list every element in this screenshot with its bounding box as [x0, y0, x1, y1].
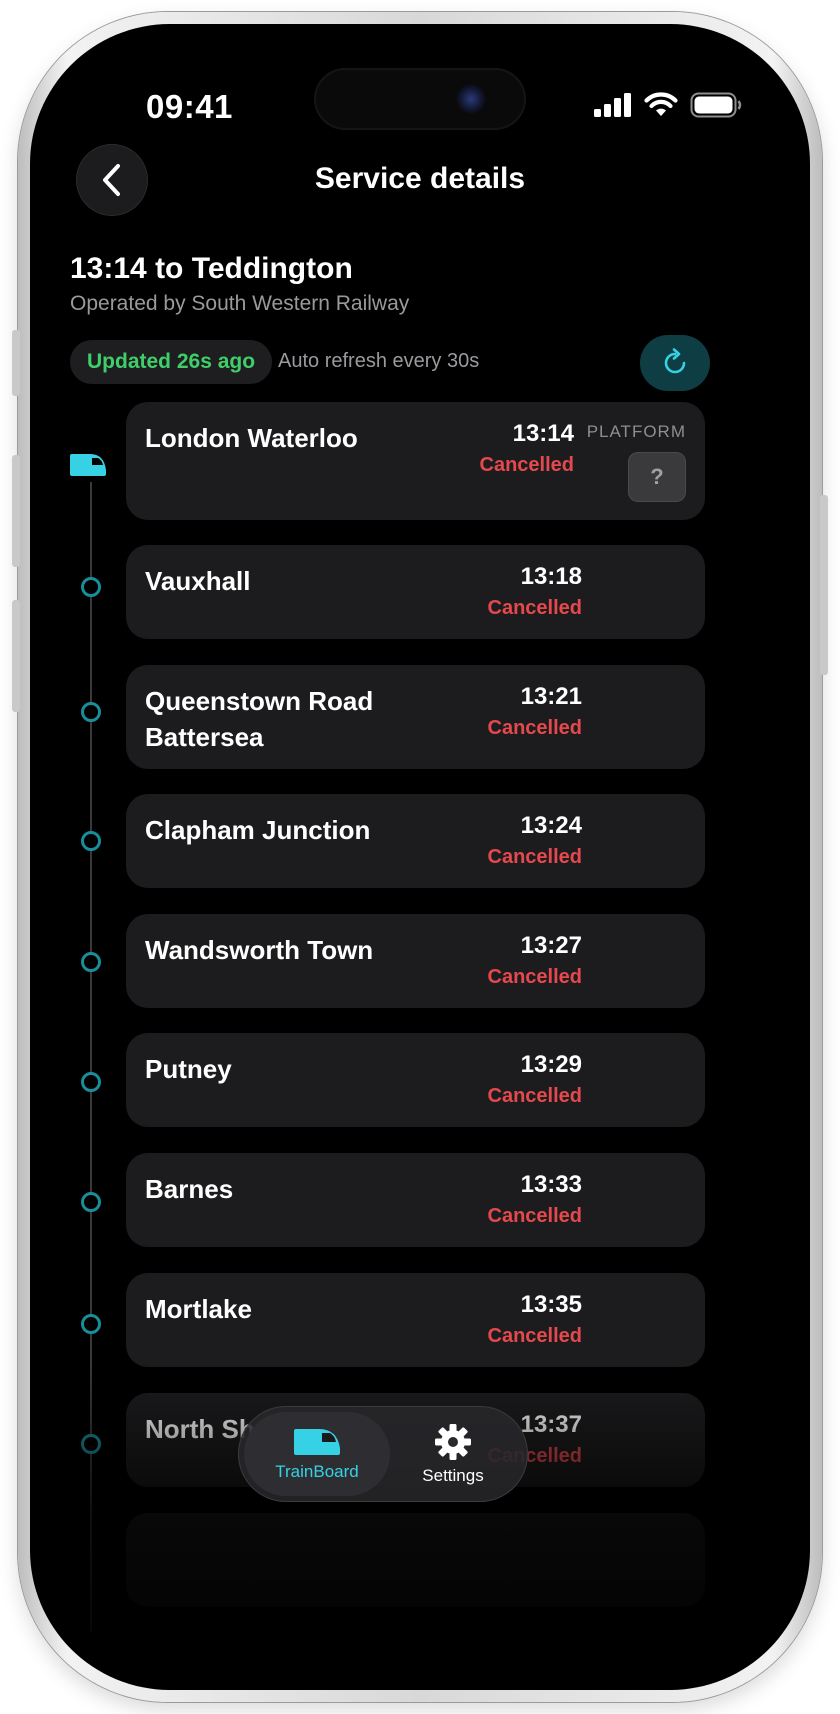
stop-name: Mortlake [145, 1294, 252, 1324]
stop-card[interactable]: Queenstown Road Battersea 13:21 Cancelle… [126, 665, 705, 769]
stop-status: Cancelled [487, 1085, 582, 1107]
service-operator: Operated by South Western Railway [70, 292, 410, 315]
tab-settings[interactable]: Settings [383, 1406, 523, 1502]
stop-name: Putney [145, 1054, 232, 1084]
tab-settings-label: Settings [422, 1466, 484, 1485]
stop-status: Cancelled [487, 1325, 582, 1347]
stop-time: 13:27 [520, 932, 582, 959]
timeline-node [81, 1314, 101, 1334]
stop-time: 13:37 [520, 1411, 582, 1438]
timeline-node [81, 702, 101, 722]
timeline-node [81, 1072, 101, 1092]
gear-icon [435, 1424, 471, 1460]
stop-name: Queenstown Road Battersea [145, 686, 374, 752]
stop-time: 13:21 [520, 683, 582, 710]
stop-card[interactable]: Barnes 13:33 Cancelled [126, 1153, 705, 1247]
timeline-node [81, 952, 101, 972]
volume-down-button [12, 600, 20, 712]
stop-card[interactable]: Wandsworth Town 13:27 Cancelled [126, 914, 705, 1008]
refresh-icon [664, 348, 686, 374]
stop-status: Cancelled [487, 717, 582, 739]
stop-status: Cancelled [479, 454, 574, 476]
dynamic-island [314, 68, 526, 130]
timeline-line [90, 482, 92, 1632]
stop-name: Barnes [145, 1174, 234, 1204]
stop-card[interactable]: Vauxhall 13:18 Cancelled [126, 545, 705, 639]
refresh-button[interactable] [640, 335, 710, 391]
updated-badge: Updated 26s ago [70, 340, 273, 384]
stop-status: Cancelled [487, 597, 582, 619]
tab-trainboard[interactable]: TrainBoard [247, 1406, 387, 1502]
service-title: 13:14 to Teddington [70, 252, 353, 285]
power-button [820, 495, 828, 675]
stop-card[interactable]: Mortlake 13:35 Cancelled [126, 1273, 705, 1367]
page-title: Service details [314, 162, 526, 195]
stop-time: 13:29 [520, 1051, 582, 1078]
camera-icon [456, 84, 486, 114]
stop-card[interactable]: London Waterloo 13:14 Cancelled PLATFORM… [126, 402, 705, 520]
platform-badge: ? [628, 452, 686, 502]
timeline-node [81, 577, 101, 597]
stop-status: Cancelled [487, 1205, 582, 1227]
screen: 09:41 Service details 13:14 to Teddingto… [38, 32, 802, 1682]
stop-status: Cancelled [487, 846, 582, 868]
volume-up-button [12, 455, 20, 567]
cellular-signal-icon [594, 93, 631, 117]
stop-card[interactable]: Putney 13:29 Cancelled [126, 1033, 705, 1127]
action-button [12, 330, 20, 396]
stop-time: 13:35 [520, 1291, 582, 1318]
auto-refresh-note: Auto refresh every 30s [278, 350, 480, 372]
train-position-icon [68, 452, 108, 483]
stop-time: 13:24 [520, 812, 582, 839]
timeline-node [81, 831, 101, 851]
status-icons [594, 92, 742, 118]
status-time: 09:41 [146, 88, 233, 125]
timeline-node [81, 1434, 101, 1454]
stop-status: Cancelled [487, 966, 582, 988]
battery-icon [690, 92, 742, 118]
stop-name: Vauxhall [145, 566, 251, 596]
stop-name: Clapham Junction [145, 815, 371, 845]
tab-trainboard-label: TrainBoard [275, 1462, 359, 1481]
stop-name: London Waterloo [145, 423, 358, 453]
platform-label: PLATFORM [586, 422, 686, 441]
timeline-node [81, 1192, 101, 1212]
wifi-icon [644, 92, 678, 116]
tab-bar: TrainBoard Settings [238, 1406, 528, 1502]
train-icon [294, 1429, 340, 1455]
stop-time: 13:14 [512, 420, 574, 447]
stop-time: 13:18 [520, 563, 582, 590]
stop-name: Wandsworth Town [145, 935, 374, 965]
stop-time: 13:33 [520, 1171, 582, 1198]
stop-card[interactable]: Clapham Junction 13:24 Cancelled [126, 794, 705, 888]
stop-card[interactable] [126, 1513, 705, 1607]
